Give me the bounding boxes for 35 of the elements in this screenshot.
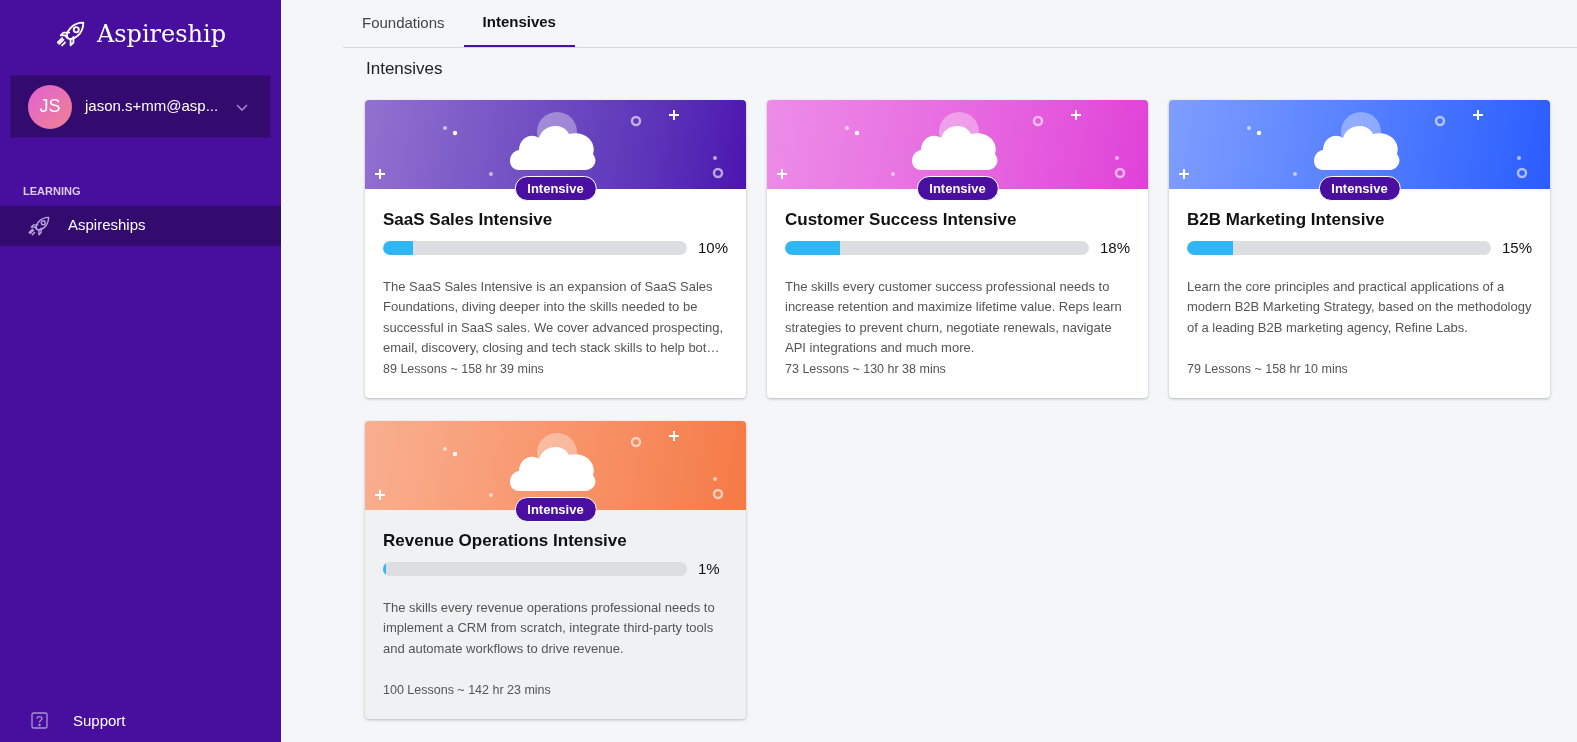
card-description: The skills every revenue operations professional needs to implement a CRM from scratch, integrate third-party tools and automate workflows to drive revenue. — [383, 598, 716, 658]
section-heading: Intensives — [366, 58, 444, 80]
course-card[interactable] — [767, 99, 1148, 398]
progress-percent: 1% — [698, 559, 720, 579]
tab[interactable]: Intensives — [463, 0, 575, 47]
tab[interactable]: Foundations — [343, 0, 464, 47]
card-title: Customer Success Intensive — [785, 208, 1018, 231]
lesson-count: 73 Lessons ~ 130 hr 38 mins — [785, 360, 947, 378]
card-title: Revenue Operations Intensive — [383, 529, 628, 552]
progress-percent: 10% — [697, 238, 728, 258]
course-card[interactable] — [365, 99, 746, 398]
support-link[interactable]: Support — [0, 709, 281, 732]
intensive-badge: Intensive — [514, 496, 597, 522]
help-icon — [31, 712, 48, 730]
card-description: The SaaS Sales Intensive is an expansion of SaaS Sales Foundations, diving deeper into the skills needed to be successful in SaaS sales. We cover advanced prospecting, email, discovery, closing and tech stack skills to help bot… — [383, 277, 725, 357]
intensive-badge: Intensive — [1318, 175, 1401, 201]
card-title: SaaS Sales Intensive — [383, 208, 554, 231]
logo-text: Aspireship — [96, 19, 227, 50]
intensive-badge: Intensive — [916, 175, 999, 201]
lesson-count: 89 Lessons ~ 158 hr 39 mins — [383, 360, 545, 378]
progress-percent: 18% — [1099, 238, 1130, 258]
card-title: B2B Marketing Intensive — [1187, 208, 1386, 231]
lesson-count: 100 Lessons ~ 142 hr 23 mins — [383, 681, 552, 699]
course-card[interactable] — [365, 420, 746, 719]
course-card[interactable] — [1169, 99, 1550, 398]
card-description: The skills every customer success professional needs to increase retention and maximize lifetime value. Reps learn strategies to prevent churn, negotiate renewals, navigate API integrations and much more. — [785, 277, 1123, 357]
card-description: Learn the core principles and practical applications of a modern B2B Marketing Strategy, based on the methodology of a leading B2B marketing agency, Refine Labs. — [1187, 277, 1532, 337]
lesson-count: 79 Lessons ~ 158 hr 10 mins — [1187, 360, 1349, 378]
sidebar-item[interactable]: Aspireships — [0, 205, 281, 246]
progress-percent: 15% — [1501, 238, 1532, 258]
user-email: jason.s+mm@asp... — [85, 96, 219, 117]
intensive-badge: Intensive — [514, 175, 597, 201]
user-menu[interactable]: JS jason.s+mm@asp... — [10, 75, 271, 138]
section-label: LEARNING — [23, 184, 82, 199]
avatar: JS — [28, 84, 72, 129]
